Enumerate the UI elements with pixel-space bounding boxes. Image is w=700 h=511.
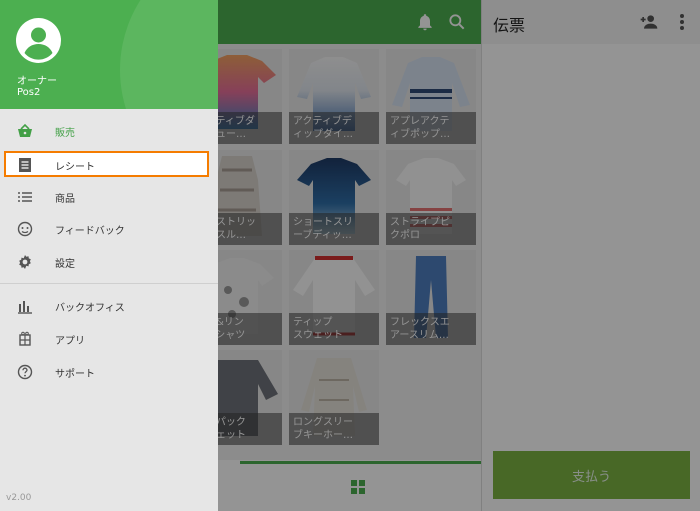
navigation-drawer: オーナー Pos2 販売 レシート 商品 フィードバック 設定 バックオフィス … — [0, 0, 218, 511]
gear-icon — [17, 254, 33, 270]
menu-item-settings[interactable]: 設定 — [0, 246, 218, 278]
feedback-icon — [17, 221, 33, 237]
app-version: v2.00 — [6, 493, 32, 503]
menu-item-sales[interactable]: 販売 — [0, 115, 218, 147]
menu-item-receipts[interactable]: レシート — [4, 151, 209, 177]
menu-item-label: アプリ — [55, 336, 85, 347]
puzzle-icon — [17, 331, 33, 347]
header-decoration — [120, 0, 218, 109]
user-name: オーナー — [17, 76, 57, 87]
bar-chart-icon — [17, 298, 33, 314]
avatar — [16, 18, 61, 63]
receipt-icon — [17, 157, 33, 173]
menu-item-label: 設定 — [55, 259, 75, 270]
menu-item-feedback[interactable]: フィードバック — [0, 213, 218, 245]
menu-item-label: 商品 — [55, 194, 75, 205]
menu-item-support[interactable]: サポート — [0, 356, 218, 388]
menu-item-back-office[interactable]: バックオフィス — [0, 290, 218, 322]
drawer-header: オーナー Pos2 — [0, 0, 218, 109]
menu-item-label: バックオフィス — [55, 303, 125, 314]
menu-item-label: フィードバック — [55, 226, 125, 237]
menu-divider — [0, 283, 218, 284]
menu-item-label: サポート — [55, 369, 95, 380]
basket-icon — [17, 123, 33, 139]
store-name: Pos2 — [17, 87, 41, 98]
menu-item-label: レシート — [55, 162, 95, 173]
menu-item-products[interactable]: 商品 — [0, 181, 218, 213]
list-icon — [17, 189, 33, 205]
help-icon — [17, 364, 33, 380]
menu-item-label: 販売 — [55, 128, 75, 139]
menu-item-apps[interactable]: アプリ — [0, 323, 218, 355]
